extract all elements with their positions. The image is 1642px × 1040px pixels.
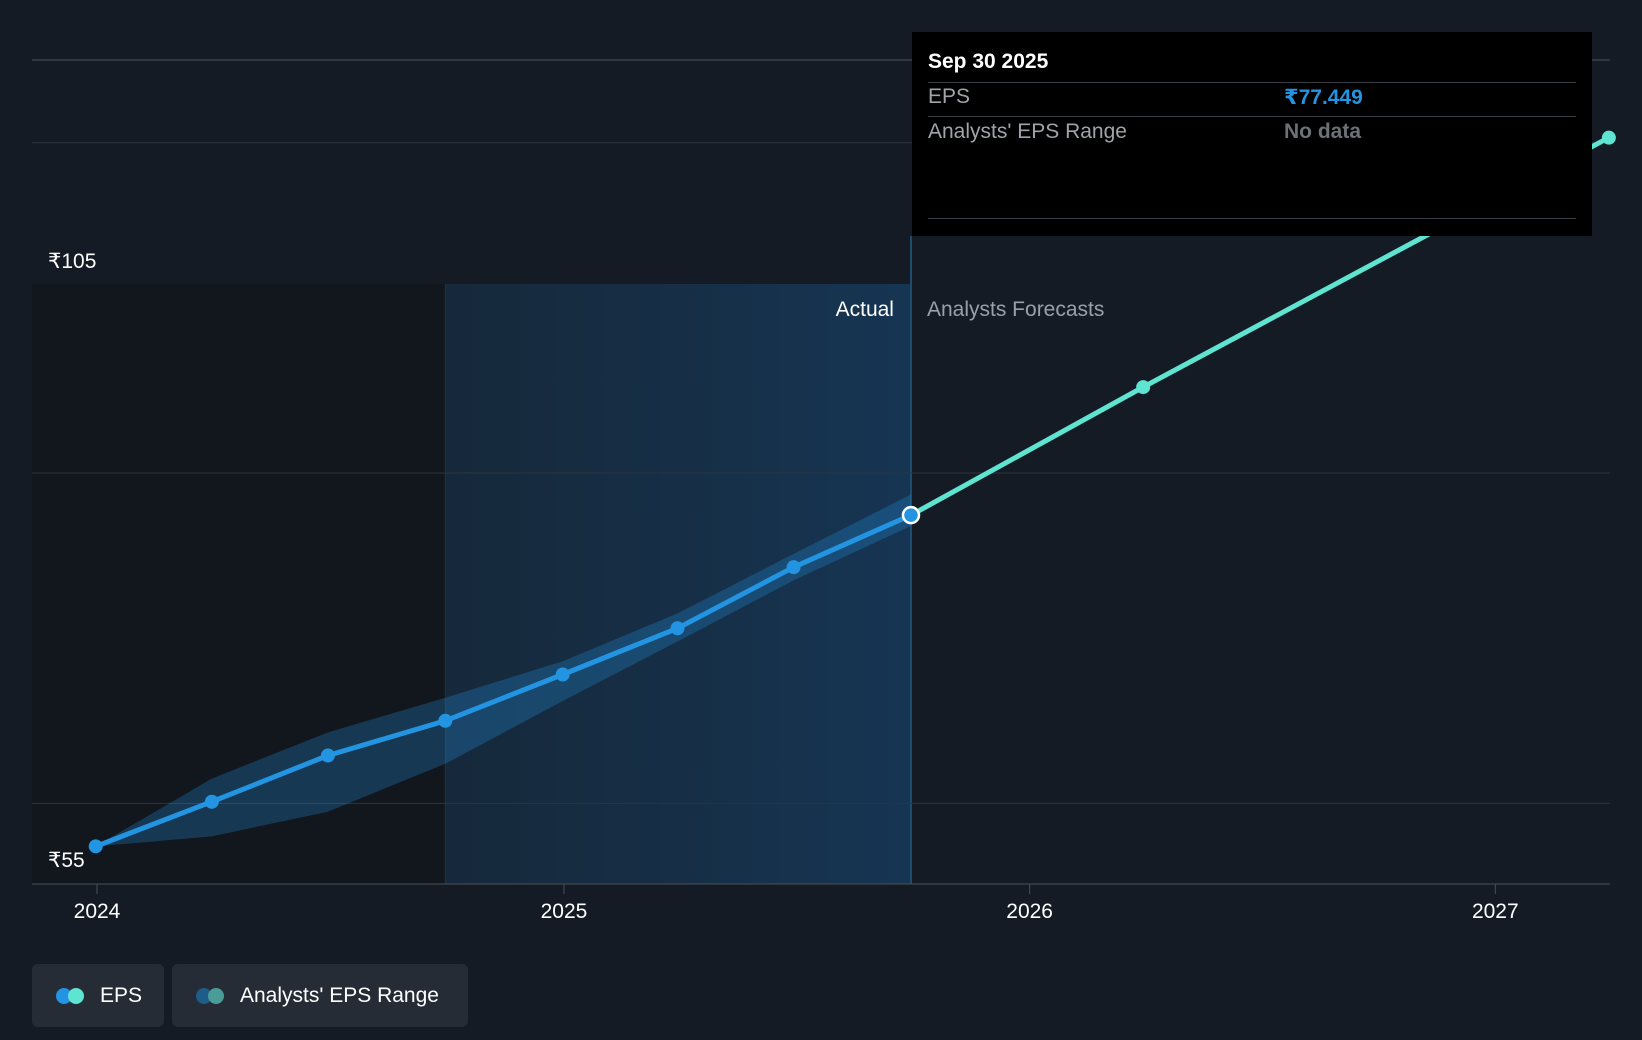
eps-actual-point [670,621,685,636]
legend-range-dots [196,987,226,1004]
eps-actual-point [204,794,219,809]
x-tick-label: 2026 [1006,900,1053,923]
eps-actual-point [786,560,801,575]
eps-highlight-point [901,505,921,525]
chart-background [32,236,912,884]
x-tick-label: 2027 [1472,900,1519,923]
tooltip-eps-value: ₹77.449 [1284,86,1363,109]
eps-actual-point [320,748,335,763]
legend-eps-label: EPS [100,983,143,1007]
eps-actual-point [88,839,103,854]
tooltip-range-value: No data [1284,120,1362,143]
tooltip-range-label: Analysts' EPS Range [928,120,1127,143]
legend-eps-dots [56,987,86,1004]
legend-dot [68,987,84,1004]
legend-item-eps-range[interactable]: Analysts' EPS Range [172,964,468,1027]
eps-actual-point [438,713,453,728]
tooltip-date: Sep 30 2025 [928,50,1049,73]
tooltip: Sep 30 2025 EPS ₹77.449 Analysts' EPS Ra… [912,32,1592,236]
forecast-section-label: Analysts Forecasts [927,298,1104,321]
eps-forecast-point [1601,130,1616,145]
y-tick-label: ₹105 [48,250,96,273]
tooltip-eps-label: EPS [928,85,971,108]
eps-actual-point [555,667,570,682]
x-tick-label: 2024 [74,900,121,923]
legend-item-eps[interactable]: EPS [32,964,164,1027]
eps-forecast-point [1136,380,1151,395]
legend-dot [208,987,224,1004]
actual-region [445,284,911,884]
tooltip-divider [928,116,1576,117]
y-tick-label: ₹55 [48,849,85,872]
legend-range-label: Analysts' EPS Range [240,983,439,1007]
actual-section-label: Actual [836,298,894,321]
x-tick-label: 2025 [541,900,588,923]
tooltip-divider [928,82,1576,83]
tooltip-divider [928,218,1576,219]
